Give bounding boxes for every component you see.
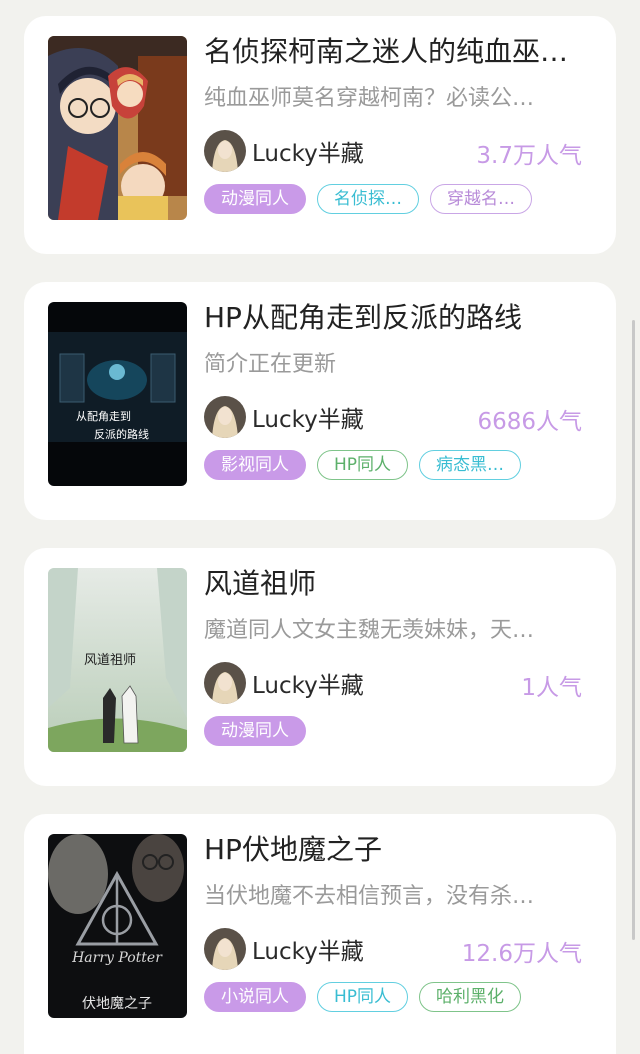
cover-caption: 反派的路线 — [94, 427, 149, 441]
author-row: Lucky半藏 3.7万人气 — [204, 128, 592, 174]
tag-chip[interactable]: HP同人 — [317, 982, 409, 1012]
scrollbar[interactable] — [632, 320, 635, 940]
book-description: 魔道同人文女主魏无羡妹妹，天… — [204, 618, 535, 643]
tag-chip[interactable]: 动漫同人 — [204, 184, 306, 214]
cover-caption: 风道祖师 — [84, 653, 136, 668]
book-title[interactable]: 风道祖师 — [204, 564, 592, 604]
popularity-count: 3.7万人气 — [476, 143, 582, 169]
book-card[interactable]: 名侦探柯南之迷人的纯血巫… 纯血巫师莫名穿越柯南？必读公… Lucky半藏 3.… — [24, 16, 616, 254]
tag-chip[interactable]: 影视同人 — [204, 450, 306, 480]
author-avatar[interactable] — [204, 662, 246, 704]
tag-list: 小说同人 HP同人 哈利黑化 — [204, 982, 592, 1012]
book-card[interactable]: Harry Potter 伏地魔之子 HP伏地魔之子 当伏地魔不去相信预言，没有… — [24, 814, 616, 1054]
book-description: 当伏地魔不去相信预言，没有杀… — [204, 884, 535, 909]
tag-list: 动漫同人 名侦探… 穿越名… — [204, 184, 592, 214]
cover-caption: 从配角走到 — [76, 410, 131, 423]
book-title[interactable]: 名侦探柯南之迷人的纯血巫… — [204, 32, 592, 72]
tag-list: 动漫同人 — [204, 716, 592, 746]
popularity-count: 1人气 — [521, 675, 582, 701]
popularity-count: 12.6万人气 — [461, 941, 582, 967]
author-avatar[interactable] — [204, 396, 246, 438]
book-cover[interactable]: 风道祖师 — [48, 568, 187, 752]
book-cover[interactable] — [48, 36, 187, 220]
author-name[interactable]: Lucky半藏 — [252, 134, 364, 168]
book-cover[interactable]: Harry Potter 伏地魔之子 — [48, 834, 187, 1018]
book-description: 纯血巫师莫名穿越柯南？必读公… — [204, 86, 535, 111]
book-card[interactable]: 从配角走到 反派的路线 HP从配角走到反派的路线 简介正在更新 Lucky半藏 … — [24, 282, 616, 520]
tag-chip[interactable]: 名侦探… — [317, 184, 419, 214]
book-title[interactable]: HP从配角走到反派的路线 — [204, 298, 592, 338]
author-name[interactable]: Lucky半藏 — [252, 932, 364, 966]
tag-chip[interactable]: HP同人 — [317, 450, 409, 480]
book-description: 简介正在更新 — [204, 352, 337, 377]
tag-chip[interactable]: 病态黑… — [419, 450, 522, 480]
tag-chip[interactable]: 动漫同人 — [204, 716, 306, 746]
book-title[interactable]: HP伏地魔之子 — [204, 830, 592, 870]
tag-chip[interactable]: 哈利黑化 — [419, 982, 522, 1012]
author-avatar[interactable] — [204, 928, 246, 970]
author-row: Lucky半藏 1人气 — [204, 660, 592, 706]
author-avatar[interactable] — [204, 130, 246, 172]
author-name[interactable]: Lucky半藏 — [252, 666, 364, 700]
cover-caption: 伏地魔之子 — [82, 996, 152, 1012]
author-row: Lucky半藏 6686人气 — [204, 394, 592, 440]
tag-list: 影视同人 HP同人 病态黑… — [204, 450, 592, 480]
author-row: Lucky半藏 12.6万人气 — [204, 926, 592, 972]
author-name[interactable]: Lucky半藏 — [252, 400, 364, 434]
popularity-count: 6686人气 — [477, 409, 582, 435]
tag-chip[interactable]: 穿越名… — [430, 184, 532, 214]
book-card[interactable]: 风道祖师 风道祖师 魔道同人文女主魏无羡妹妹，天… Lucky半藏 1人气 动漫… — [24, 548, 616, 786]
book-cover[interactable]: 从配角走到 反派的路线 — [48, 302, 187, 486]
tag-chip[interactable]: 小说同人 — [204, 982, 306, 1012]
book-list: 名侦探柯南之迷人的纯血巫… 纯血巫师莫名穿越柯南？必读公… Lucky半藏 3.… — [0, 0, 640, 1054]
cover-logo: Harry Potter — [71, 950, 163, 966]
